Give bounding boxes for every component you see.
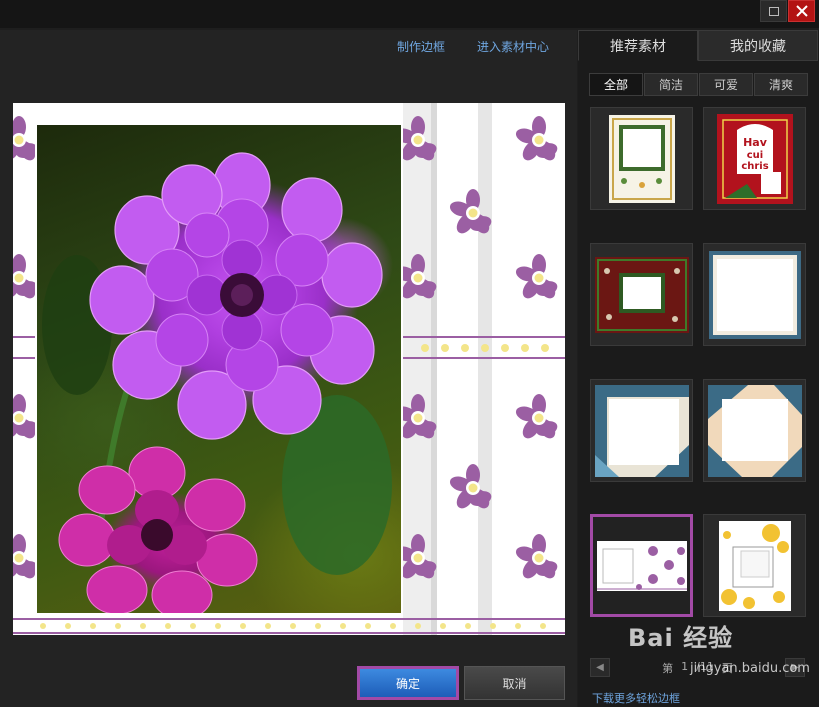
- frame-thumb-yellow-flowers[interactable]: [703, 514, 806, 617]
- filter-all[interactable]: 全部: [589, 73, 643, 96]
- ok-button[interactable]: 确定: [357, 666, 459, 700]
- material-center-link[interactable]: 进入素材中心: [477, 38, 549, 55]
- svg-text:cui: cui: [746, 150, 762, 161]
- material-panel: 推荐素材 我的收藏 全部 简洁 可爱 清爽 Hav cui chris ◀ 第 …: [578, 30, 819, 707]
- category-filters: 全部 简洁 可爱 清爽: [589, 73, 808, 96]
- maximize-icon: [768, 6, 779, 16]
- watermark-url: jingyan.baidu.com: [690, 661, 810, 676]
- svg-text:Hav: Hav: [743, 136, 768, 149]
- frame-thumb-christmas-red[interactable]: Hav cui chris: [703, 107, 806, 210]
- frame-thumb-image: [608, 114, 675, 203]
- frame-thumb-image: [594, 384, 689, 477]
- panel-tabs: 推荐素材 我的收藏: [578, 30, 819, 61]
- page-current: 1: [681, 659, 689, 673]
- tab-recommended[interactable]: 推荐素材: [578, 30, 698, 61]
- maximize-button[interactable]: [760, 0, 787, 22]
- close-button[interactable]: [788, 0, 815, 22]
- frame-thumb-purple-flowers[interactable]: [590, 514, 693, 617]
- watermark-logo: Bai 经验: [628, 624, 734, 652]
- frame-thumb-floral-green[interactable]: [590, 107, 693, 210]
- frame-thumb-image: [718, 520, 791, 611]
- frame-thumb-image: [708, 250, 801, 339]
- cancel-button-label: 取消: [502, 676, 527, 691]
- frame-thumb-blue-corner[interactable]: [590, 379, 693, 482]
- top-links: 制作边框 进入素材中心: [397, 38, 549, 55]
- frame-thumb-beige-corner[interactable]: [703, 379, 806, 482]
- frame-thumb-dark-red-floral[interactable]: [590, 243, 693, 346]
- dahlia-illustration: [42, 152, 392, 613]
- prev-page-button[interactable]: ◀: [590, 658, 610, 677]
- photo-dahlia[interactable]: [35, 123, 403, 615]
- close-icon: [795, 5, 808, 17]
- frame-preview: [13, 103, 565, 635]
- frame-thumb-image: [594, 256, 689, 333]
- ok-button-label: 确定: [395, 676, 420, 691]
- filter-fresh[interactable]: 清爽: [754, 73, 808, 96]
- frame-thumb-blue-border[interactable]: [703, 243, 806, 346]
- cancel-button[interactable]: 取消: [464, 666, 565, 700]
- svg-text:chris: chris: [741, 161, 768, 172]
- filter-cute[interactable]: 可爱: [699, 73, 753, 96]
- frame-thumb-image: Hav cui chris: [716, 113, 793, 204]
- download-more-link[interactable]: 下载更多轻松边框: [592, 690, 680, 706]
- frame-thumb-image: [596, 540, 687, 591]
- page-prefix: 第: [662, 661, 674, 675]
- title-bar: [0, 0, 819, 28]
- filter-simple[interactable]: 简洁: [644, 73, 698, 96]
- chevron-left-icon: ◀: [596, 662, 604, 673]
- tab-favorites[interactable]: 我的收藏: [698, 30, 818, 61]
- editor-workspace: 制作边框 进入素材中心 确定 取消: [0, 30, 577, 707]
- frame-thumb-image: [707, 384, 802, 477]
- make-frame-link[interactable]: 制作边框: [397, 38, 445, 55]
